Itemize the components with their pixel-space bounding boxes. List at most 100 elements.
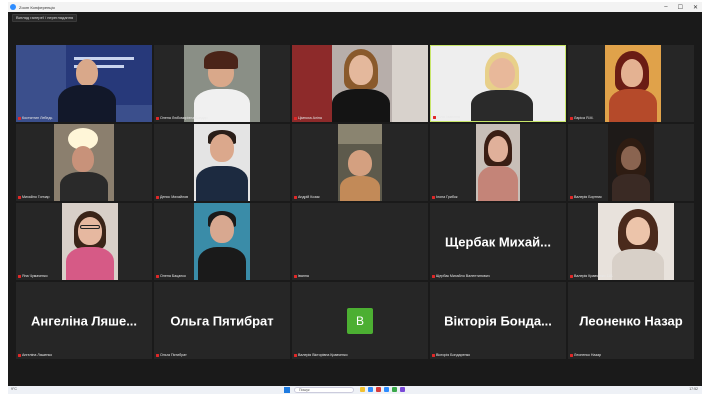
mic-muted-icon [570, 353, 573, 357]
mic-muted-icon [570, 195, 573, 199]
participant-tile[interactable]: Ілона Грибок [430, 124, 566, 201]
participant-tile[interactable]: Вікторія Бонда... Вікторія Бондаренко [430, 282, 566, 359]
participant-tile[interactable]: Яна Чумаченко [16, 203, 152, 280]
clock[interactable]: 17:52 [689, 387, 698, 391]
chrome-icon[interactable] [392, 387, 397, 392]
mic-muted-icon [156, 353, 159, 357]
mic-muted-icon [156, 116, 159, 120]
mic-muted-icon [570, 274, 573, 278]
participant-name: Денис Михайлов [156, 195, 188, 199]
participant-name: Валерія Бортник [570, 195, 602, 199]
mic-muted-icon [156, 274, 159, 278]
mic-muted-icon [294, 353, 297, 357]
screen: Zoom Конференція – ☐ ✕ Вигляд галереї / … [0, 0, 703, 394]
close-icon[interactable]: ✕ [693, 4, 698, 11]
participant-name: Андрій Козак [294, 195, 320, 199]
mic-muted-icon [432, 274, 435, 278]
participant-tile[interactable]: Ольга Пятибрат Ольга Пятибрат [154, 282, 290, 359]
participant-video [194, 124, 250, 201]
participant-display-name: Щербак Михай... [445, 234, 551, 249]
participant-tile[interactable]: Михайло Гончар [16, 124, 152, 201]
participant-tile[interactable]: Костянтин Лебедь [16, 45, 152, 122]
zoom-taskbar-icon[interactable] [384, 387, 389, 392]
participant-tile[interactable]: Ларіса Я.М. [568, 45, 694, 122]
participant-name: Юлія Іванівна [433, 115, 460, 119]
mic-muted-icon [18, 274, 21, 278]
participant-tile[interactable]: Олена Любомирівна Бондар [154, 45, 290, 122]
participant-display-name: Ольга Пятибрат [170, 313, 274, 328]
participant-video [338, 124, 382, 201]
app-icon[interactable] [400, 387, 405, 392]
participant-name: Михайло Гончар [18, 195, 49, 199]
participant-video [292, 45, 428, 122]
participant-video [608, 124, 654, 201]
window-titlebar: Zoom Конференція – ☐ ✕ [8, 2, 702, 12]
mic-muted-icon [18, 353, 21, 357]
participant-name: Іванна [294, 274, 309, 278]
participant-avatar: В [347, 307, 373, 334]
participant-video [194, 203, 250, 280]
participant-video [54, 124, 114, 201]
participant-name: Валерія Кравченко 11Б [570, 274, 613, 278]
zoom-gallery: Вигляд галереї / переглядання Костянтин … [8, 12, 702, 386]
window-controls: – ☐ ✕ [664, 2, 698, 12]
mic-muted-icon [294, 116, 297, 120]
participant-name: Цімпоха Аліна [294, 116, 322, 120]
participant-video [16, 45, 152, 122]
participant-name: Леоненко Назар [570, 353, 601, 357]
view-button[interactable]: Вигляд галереї / переглядання [12, 14, 78, 22]
taskbar-search[interactable]: Пошук [294, 387, 354, 393]
browser-icon[interactable] [368, 387, 373, 392]
participant-name: Ольга Пятибрат [156, 353, 187, 357]
participant-name: Щербак Михайло Валентинович [432, 274, 490, 278]
mic-muted-icon [570, 116, 573, 120]
participant-tile[interactable]: Валерія Кравченко 11Б [568, 203, 694, 280]
participant-display-name: Вікторія Бонда... [444, 313, 552, 328]
participant-tile[interactable]: Леоненко Назар Леоненко Назар [568, 282, 694, 359]
minimize-icon[interactable]: – [664, 4, 667, 10]
participant-tile[interactable]: В Валерія Вікторівна Кравченко [292, 282, 428, 359]
participant-display-name: Леоненко Назар [579, 313, 683, 328]
participant-video [598, 203, 674, 280]
mic-muted-icon [18, 195, 21, 199]
mic-muted-icon [433, 115, 436, 119]
participant-tile[interactable]: Валерія Бортник [568, 124, 694, 201]
participant-name: Костянтин Лебедь [18, 116, 52, 120]
participant-name: Вікторія Бондаренко [432, 353, 470, 357]
mic-muted-icon [156, 195, 159, 199]
participant-tile[interactable]: Ангеліна Ляше... Ангеліна Ляшенко [16, 282, 152, 359]
participant-tile[interactable]: Андрій Козак [292, 124, 428, 201]
participant-video [605, 45, 661, 122]
participant-tile[interactable]: Щербак Михай... Щербак Михайло Валентино… [430, 203, 566, 280]
mic-muted-icon [432, 195, 435, 199]
participant-name: Ангеліна Ляшенко [18, 353, 52, 357]
participant-tile[interactable]: Денис Михайлов [154, 124, 290, 201]
participant-video [476, 124, 520, 201]
participant-name: Олена Бацанко [156, 274, 186, 278]
mic-muted-icon [18, 116, 21, 120]
start-icon[interactable] [284, 387, 290, 393]
store-icon[interactable] [376, 387, 381, 392]
participant-video [184, 45, 260, 122]
participant-tile[interactable]: Цімпоха Аліна [292, 45, 428, 122]
file-explorer-icon[interactable] [360, 387, 365, 392]
participant-tile[interactable]: Іванна [292, 203, 428, 280]
participant-display-name: Ангеліна Ляше... [30, 313, 138, 328]
mic-muted-icon [432, 353, 435, 357]
participant-tile[interactable]: Олена Бацанко [154, 203, 290, 280]
zoom-app-icon [10, 4, 16, 10]
participant-name: Яна Чумаченко [18, 274, 48, 278]
mic-muted-icon [294, 195, 297, 199]
window-title: Zoom Конференція [19, 4, 55, 10]
weather-widget[interactable]: 9°C [11, 387, 17, 391]
participant-name: Ілона Грибок [432, 195, 458, 199]
participant-name: Ларіса Я.М. [570, 116, 594, 120]
windows-taskbar: 9°C Пошук 17:52 [8, 386, 702, 394]
participant-name: Валерія Вікторівна Кравченко [294, 353, 348, 357]
participant-video [431, 46, 565, 121]
participant-video [62, 203, 118, 280]
participant-name: Олена Любомирівна Бондар [156, 116, 208, 120]
participant-tile[interactable]: Юлія Іванівна [430, 45, 566, 122]
mic-muted-icon [294, 274, 297, 278]
maximize-icon[interactable]: ☐ [678, 4, 683, 11]
